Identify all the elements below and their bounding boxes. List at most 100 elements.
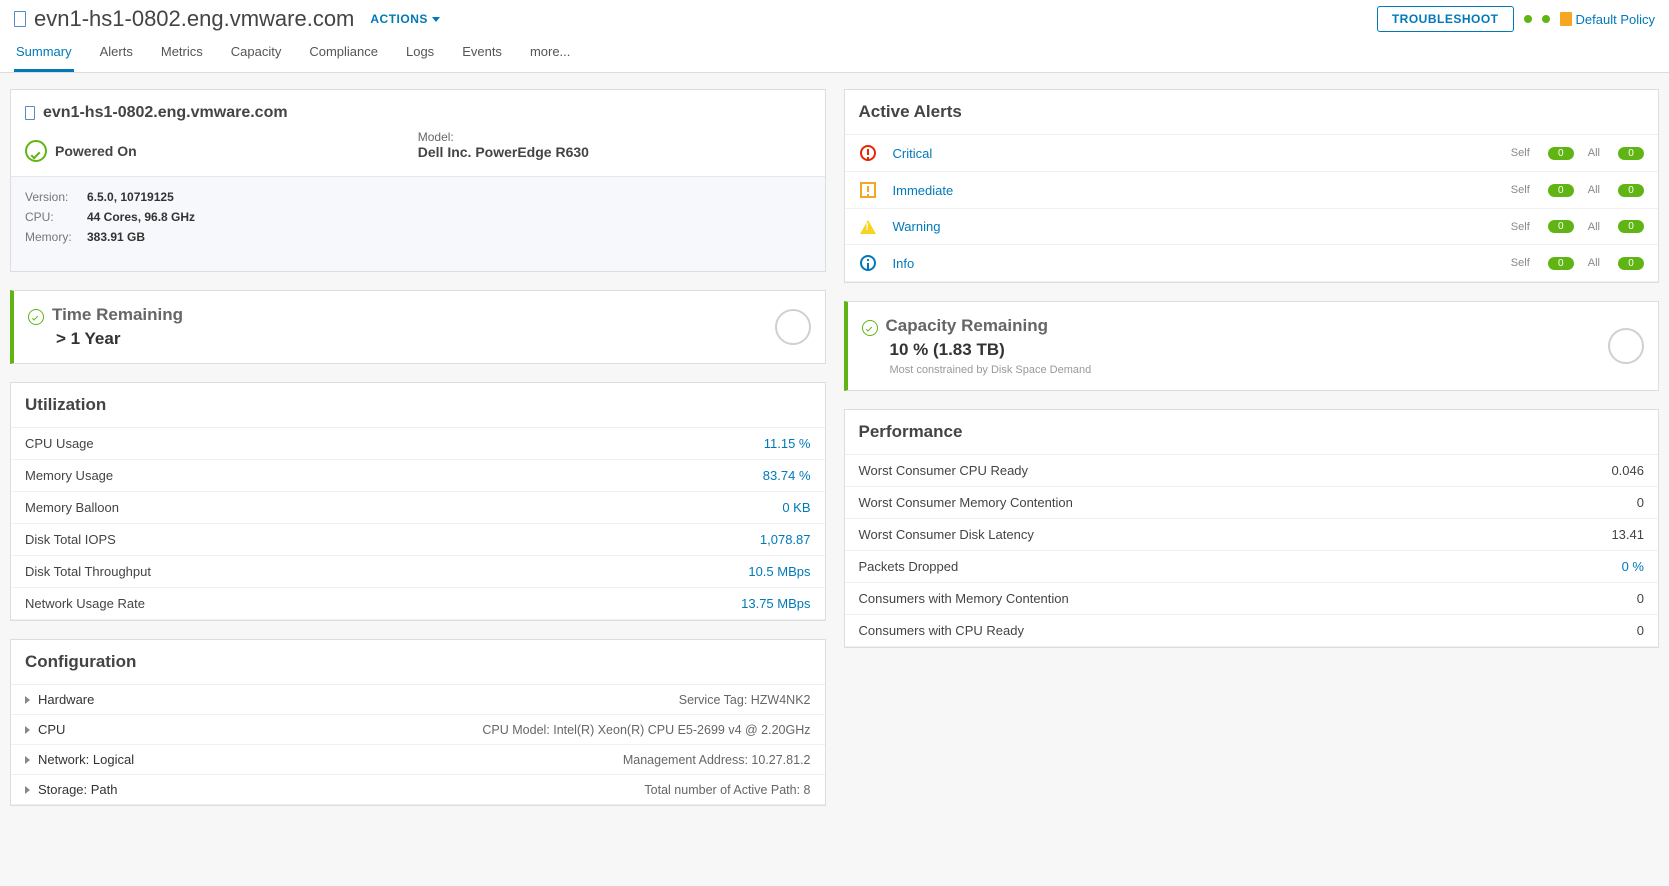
- policy-label: Default Policy: [1576, 12, 1655, 27]
- capacity-value: 10 % (1.83 TB): [890, 340, 1092, 360]
- clock-icon: [775, 309, 811, 345]
- alert-link-immediate[interactable]: Immediate: [893, 183, 1495, 198]
- util-label: Network Usage Rate: [25, 596, 145, 611]
- tab-events[interactable]: Events: [460, 38, 504, 72]
- host-title-text: evn1-hs1-0802.eng.vmware.com: [34, 6, 354, 32]
- capacity-title: Capacity Remaining: [886, 316, 1049, 335]
- spec-value: 44 Cores, 96.8 GHz: [87, 210, 195, 224]
- warning-icon: [860, 220, 876, 234]
- cfg-value: Management Address: 10.27.81.2: [623, 753, 811, 767]
- util-value[interactable]: 10.5 MBps: [748, 564, 810, 579]
- chevron-right-icon: [25, 756, 30, 764]
- util-value[interactable]: 11.15 %: [764, 436, 811, 451]
- config-row-network[interactable]: Network: Logical Management Address: 10.2…: [11, 745, 825, 775]
- self-label: Self: [1511, 257, 1530, 269]
- self-count: 0: [1548, 147, 1574, 160]
- info-icon: [860, 255, 876, 271]
- self-count: 0: [1548, 220, 1574, 233]
- all-count: 0: [1618, 257, 1644, 270]
- power-state: Powered On: [55, 143, 137, 159]
- time-remaining-card: Time Remaining > 1 Year: [10, 290, 826, 364]
- cfg-value: Service Tag: HZW4NK2: [679, 693, 811, 707]
- perf-value: 0: [1637, 591, 1644, 606]
- tab-capacity[interactable]: Capacity: [229, 38, 284, 72]
- util-value[interactable]: 13.75 MBps: [741, 596, 810, 611]
- util-label: Memory Usage: [25, 468, 113, 483]
- util-label: CPU Usage: [25, 436, 94, 451]
- chevron-right-icon: [25, 786, 30, 794]
- tab-more[interactable]: more...: [528, 38, 572, 72]
- status-indicator-icon: [1524, 15, 1532, 23]
- spec-label: Memory:: [25, 230, 79, 244]
- config-row-hardware[interactable]: HardwareService Tag: HZW4NK2: [11, 685, 825, 715]
- all-label: All: [1588, 147, 1600, 159]
- config-row-cpu[interactable]: CPUCPU Model: Intel(R) Xeon(R) CPU E5-26…: [11, 715, 825, 745]
- model-value: Dell Inc. PowerEdge R630: [418, 144, 811, 160]
- self-count: 0: [1548, 184, 1574, 197]
- self-label: Self: [1511, 184, 1530, 196]
- configuration-card: Configuration HardwareService Tag: HZW4N…: [10, 639, 826, 806]
- self-label: Self: [1511, 147, 1530, 159]
- perf-value[interactable]: 0 %: [1622, 559, 1644, 574]
- cfg-value: Total number of Active Path: 8: [644, 783, 810, 797]
- perf-label: Worst Consumer Memory Contention: [859, 495, 1073, 510]
- immediate-icon: [860, 182, 876, 198]
- tab-compliance[interactable]: Compliance: [307, 38, 380, 72]
- cfg-label: Storage: Path: [38, 782, 118, 797]
- critical-icon: [860, 145, 876, 161]
- gauge-icon: [1608, 328, 1644, 364]
- status-indicator-icon: [1542, 15, 1550, 23]
- spec-label: CPU:: [25, 210, 79, 224]
- all-label: All: [1588, 221, 1600, 233]
- performance-title: Performance: [845, 410, 1659, 455]
- spec-value: 6.5.0, 10719125: [87, 190, 174, 204]
- actions-menu[interactable]: ACTIONS: [370, 12, 440, 26]
- perf-label: Worst Consumer Disk Latency: [859, 527, 1034, 542]
- util-value[interactable]: 1,078.87: [760, 532, 811, 547]
- tab-alerts[interactable]: Alerts: [98, 38, 135, 72]
- self-label: Self: [1511, 221, 1530, 233]
- troubleshoot-button[interactable]: TROUBLESHOOT: [1377, 6, 1514, 32]
- chevron-right-icon: [25, 726, 30, 734]
- tab-logs[interactable]: Logs: [404, 38, 436, 72]
- host-icon: [14, 11, 26, 27]
- alert-row-info: Info Self0All0: [845, 245, 1659, 282]
- perf-label: Packets Dropped: [859, 559, 959, 574]
- util-label: Memory Balloon: [25, 500, 119, 515]
- all-count: 0: [1618, 184, 1644, 197]
- spec-value: 383.91 GB: [87, 230, 145, 244]
- perf-value: 13.41: [1611, 527, 1644, 542]
- perf-value: 0: [1637, 623, 1644, 638]
- power-on-icon: [25, 140, 47, 162]
- capacity-sub: Most constrained by Disk Space Demand: [890, 364, 1092, 376]
- summary-hostname: evn1-hs1-0802.eng.vmware.com: [43, 104, 288, 122]
- alert-link-critical[interactable]: Critical: [893, 146, 1495, 161]
- check-icon: [862, 320, 878, 336]
- util-value[interactable]: 0 KB: [782, 500, 810, 515]
- cfg-label: Network: Logical: [38, 752, 134, 767]
- all-count: 0: [1618, 147, 1644, 160]
- util-label: Disk Total Throughput: [25, 564, 151, 579]
- actions-label: ACTIONS: [370, 12, 428, 26]
- active-alerts-title: Active Alerts: [845, 90, 1659, 135]
- alert-row-warning: Warning Self0All0: [845, 209, 1659, 245]
- util-value[interactable]: 83.74 %: [763, 468, 811, 483]
- host-summary-card: evn1-hs1-0802.eng.vmware.com Powered On …: [10, 89, 826, 272]
- all-label: All: [1588, 184, 1600, 196]
- self-count: 0: [1548, 257, 1574, 270]
- utilization-card: Utilization CPU Usage11.15 % Memory Usag…: [10, 382, 826, 621]
- alert-link-info[interactable]: Info: [893, 256, 1495, 271]
- config-row-storage[interactable]: Storage: Path Total number of Active Path…: [11, 775, 825, 805]
- alert-row-immediate: Immediate Self 0 All 0: [845, 172, 1659, 209]
- configuration-title: Configuration: [11, 640, 825, 685]
- chevron-right-icon: [25, 696, 30, 704]
- host-icon: [25, 106, 35, 120]
- alert-link-warning[interactable]: Warning: [893, 219, 1495, 234]
- policy-link[interactable]: Default Policy: [1560, 12, 1655, 27]
- tab-metrics[interactable]: Metrics: [159, 38, 205, 72]
- performance-card: Performance Worst Consumer CPU Ready0.04…: [844, 409, 1660, 648]
- tab-summary[interactable]: Summary: [14, 38, 74, 72]
- policy-icon: [1560, 12, 1572, 26]
- model-label: Model:: [418, 130, 811, 144]
- check-icon: [28, 309, 44, 325]
